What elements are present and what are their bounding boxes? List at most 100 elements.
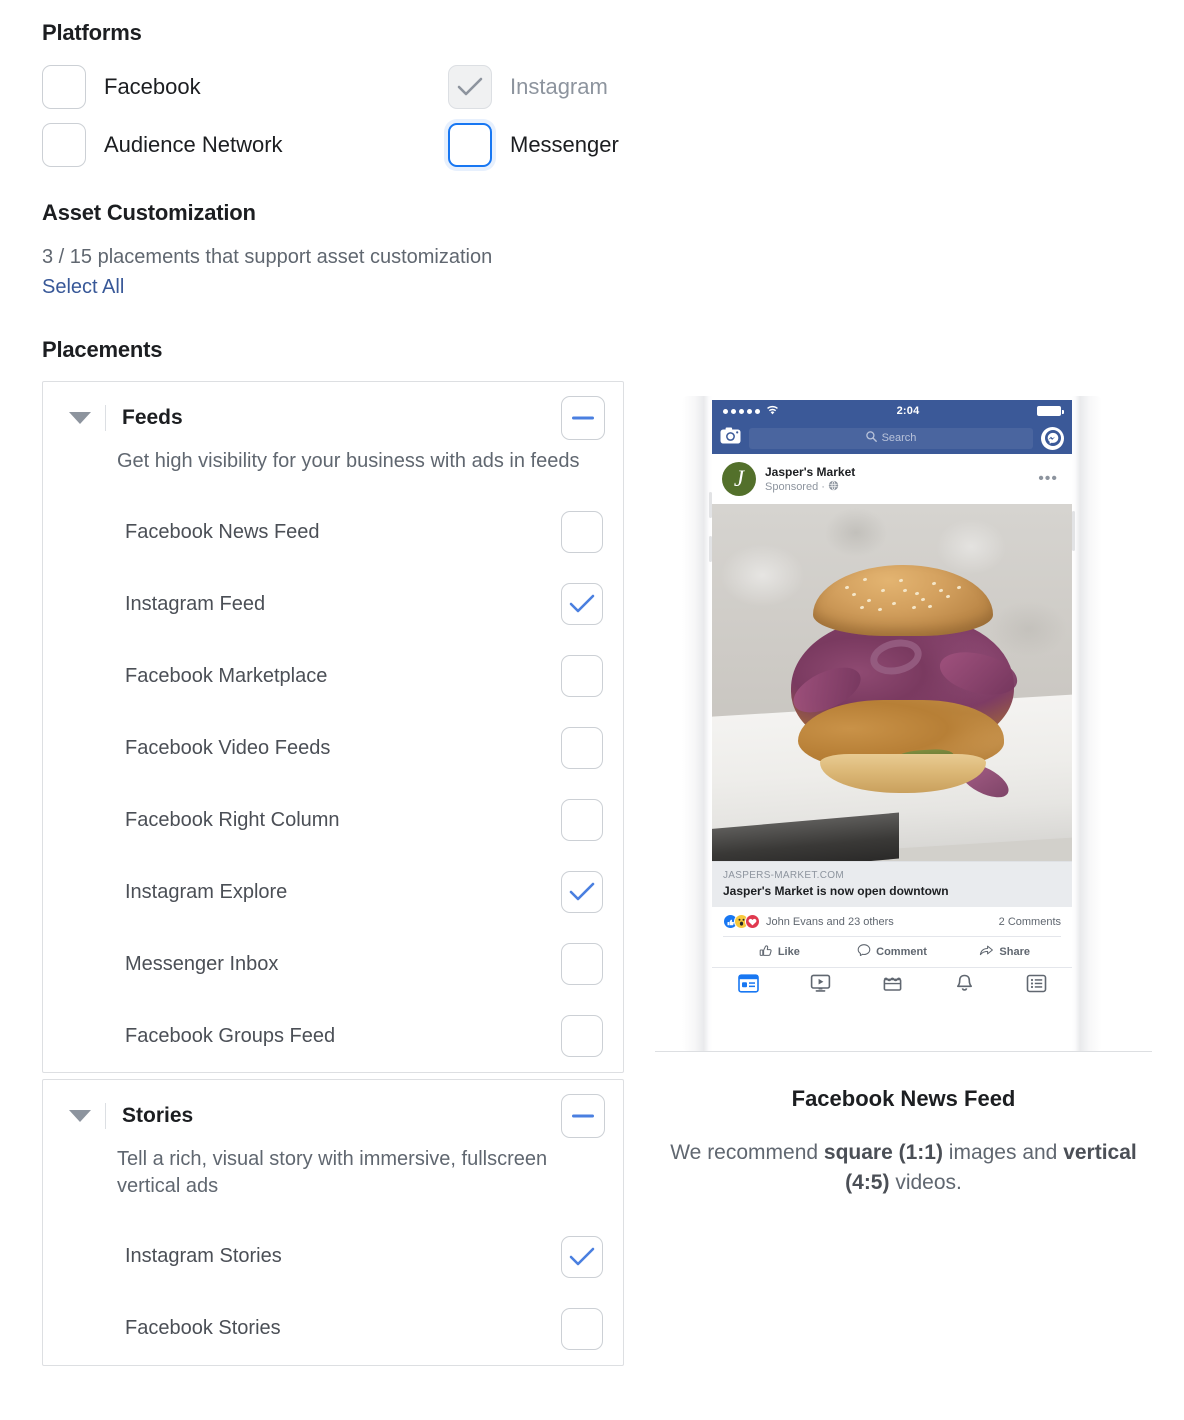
globe-icon xyxy=(828,480,839,494)
platform-row[interactable]: Messenger xyxy=(448,122,624,168)
platform-row[interactable]: Audience Network xyxy=(42,122,448,168)
watch-icon xyxy=(810,974,830,992)
share-arrow-icon xyxy=(979,943,994,960)
sesame-seed xyxy=(877,606,882,612)
signal-dot xyxy=(739,408,744,414)
platform-label: Audience Network xyxy=(104,132,283,158)
placement-label: Instagram Explore xyxy=(125,880,288,903)
platforms-heading: Platforms xyxy=(42,20,142,45)
avatar[interactable]: J xyxy=(722,462,756,496)
checkbox[interactable] xyxy=(561,1015,603,1058)
placement-group-header[interactable]: Stories xyxy=(43,1080,623,1152)
placement-label: Messenger Inbox xyxy=(125,952,279,975)
tab-watch[interactable] xyxy=(784,974,856,993)
status-bar-clock: 2:04 xyxy=(896,405,920,417)
sesame-seed xyxy=(902,588,908,593)
messenger-icon[interactable] xyxy=(1041,426,1064,450)
placement-row[interactable]: Facebook Right Column xyxy=(43,784,623,856)
checkbox[interactable] xyxy=(561,943,603,986)
chevron-down-icon[interactable] xyxy=(69,1110,91,1123)
preview-divider xyxy=(655,1051,1152,1052)
like-label: Like xyxy=(777,945,800,958)
platform-label: Messenger xyxy=(510,132,619,158)
placement-label: Facebook Stories xyxy=(125,1317,281,1340)
ad-preview-panel: 2:04 Search J Jasper's Market Sponsored … xyxy=(655,396,1152,1199)
signal-dot xyxy=(723,408,728,414)
sesame-seed xyxy=(862,576,868,582)
checkbox[interactable] xyxy=(42,123,86,168)
placement-row[interactable]: Instagram Stories xyxy=(43,1221,623,1293)
placement-row[interactable]: Facebook Video Feeds xyxy=(43,712,623,784)
app-nav-bar: Search xyxy=(712,422,1072,454)
placement-row[interactable]: Facebook News Feed xyxy=(43,496,623,568)
marketplace-icon xyxy=(883,977,901,991)
app-tab-bar xyxy=(712,967,1072,1000)
placement-label: Facebook Marketplace xyxy=(125,664,328,687)
placement-groups-list: Feeds Get high visibility for your busine… xyxy=(42,380,624,1366)
tab-news-feed[interactable] xyxy=(712,974,784,993)
placement-row[interactable]: Instagram Explore xyxy=(43,856,623,928)
placements-settings-panel: Platforms Facebook Instagram Audience Netw… xyxy=(42,0,624,1366)
preview-description-text: We recommend xyxy=(670,1141,824,1164)
checkbox[interactable] xyxy=(561,727,603,770)
phone-screen: 2:04 Search J Jasper's Market Sponsored … xyxy=(712,400,1072,1047)
checkbox[interactable] xyxy=(561,583,603,626)
sesame-seed xyxy=(927,604,933,609)
checkbox[interactable] xyxy=(448,123,492,168)
sesame-seed xyxy=(891,601,897,606)
platforms-checkbox-grid: Facebook Instagram Audience Network Messeng… xyxy=(42,64,624,168)
placement-group-header[interactable]: Feeds xyxy=(43,382,623,454)
placement-row[interactable]: Facebook Marketplace xyxy=(43,640,623,712)
sesame-seed xyxy=(956,585,962,590)
reaction-love-icon xyxy=(745,914,760,929)
group-toggle-button[interactable] xyxy=(561,1094,605,1139)
image-sesame-seeds xyxy=(813,565,993,636)
post-options-icon[interactable]: ••• xyxy=(1038,470,1062,488)
checkbox[interactable] xyxy=(561,799,603,842)
platform-row[interactable]: Instagram xyxy=(448,64,624,110)
battery-icon xyxy=(1037,406,1064,416)
signal-dot xyxy=(755,408,760,414)
post-action-buttons: Like Comment Share xyxy=(723,936,1061,967)
select-all-link[interactable]: Select All xyxy=(42,276,124,299)
checkbox[interactable] xyxy=(42,65,86,110)
sesame-seed xyxy=(851,592,857,597)
placement-label: Facebook Video Feeds xyxy=(125,736,331,759)
platform-row[interactable]: Facebook xyxy=(42,64,448,110)
signal-dot xyxy=(747,408,752,414)
check-icon xyxy=(457,77,483,96)
checkbox[interactable] xyxy=(561,1235,603,1278)
status-bar: 2:04 xyxy=(712,400,1072,422)
sesame-seed xyxy=(938,588,944,593)
comment-button[interactable]: Comment xyxy=(836,943,949,960)
check-icon xyxy=(569,1247,595,1266)
share-button[interactable]: Share xyxy=(948,943,1061,960)
placement-group-description: Tell a rich, visual story with immersive… xyxy=(117,1148,548,1197)
chevron-down-icon[interactable] xyxy=(69,411,91,424)
placement-row[interactable]: Facebook Groups Feed xyxy=(43,1000,623,1072)
tab-menu[interactable] xyxy=(1000,974,1072,993)
placement-group-title: Feeds xyxy=(122,405,183,429)
post-page-name[interactable]: Jasper's Market xyxy=(765,465,855,479)
camera-icon[interactable] xyxy=(720,427,741,449)
preview-description: We recommend square (1:1) images and ver… xyxy=(655,1138,1152,1199)
checkbox[interactable] xyxy=(561,1307,603,1350)
placement-row[interactable]: Instagram Feed xyxy=(43,568,623,640)
platform-label: Facebook xyxy=(104,74,201,100)
placement-row[interactable]: Facebook Stories xyxy=(43,1293,623,1365)
checkbox[interactable] xyxy=(561,655,603,698)
search-input[interactable]: Search xyxy=(749,427,1033,449)
sesame-seed xyxy=(914,591,920,596)
group-toggle-button[interactable] xyxy=(561,395,605,440)
ad-link-caption[interactable]: JASPERS-MARKET.COM Jasper's Market is no… xyxy=(712,861,1072,907)
search-placeholder-text: Search xyxy=(881,432,917,444)
like-button[interactable]: Like xyxy=(723,943,836,960)
checkbox[interactable] xyxy=(561,871,603,914)
placement-row[interactable]: Messenger Inbox xyxy=(43,928,623,1000)
tab-notifications[interactable] xyxy=(928,974,1000,993)
tab-marketplace[interactable] xyxy=(856,974,928,993)
sesame-seed xyxy=(898,578,904,583)
divider xyxy=(105,404,106,431)
placement-label: Facebook News Feed xyxy=(125,520,320,543)
checkbox[interactable] xyxy=(561,511,603,554)
